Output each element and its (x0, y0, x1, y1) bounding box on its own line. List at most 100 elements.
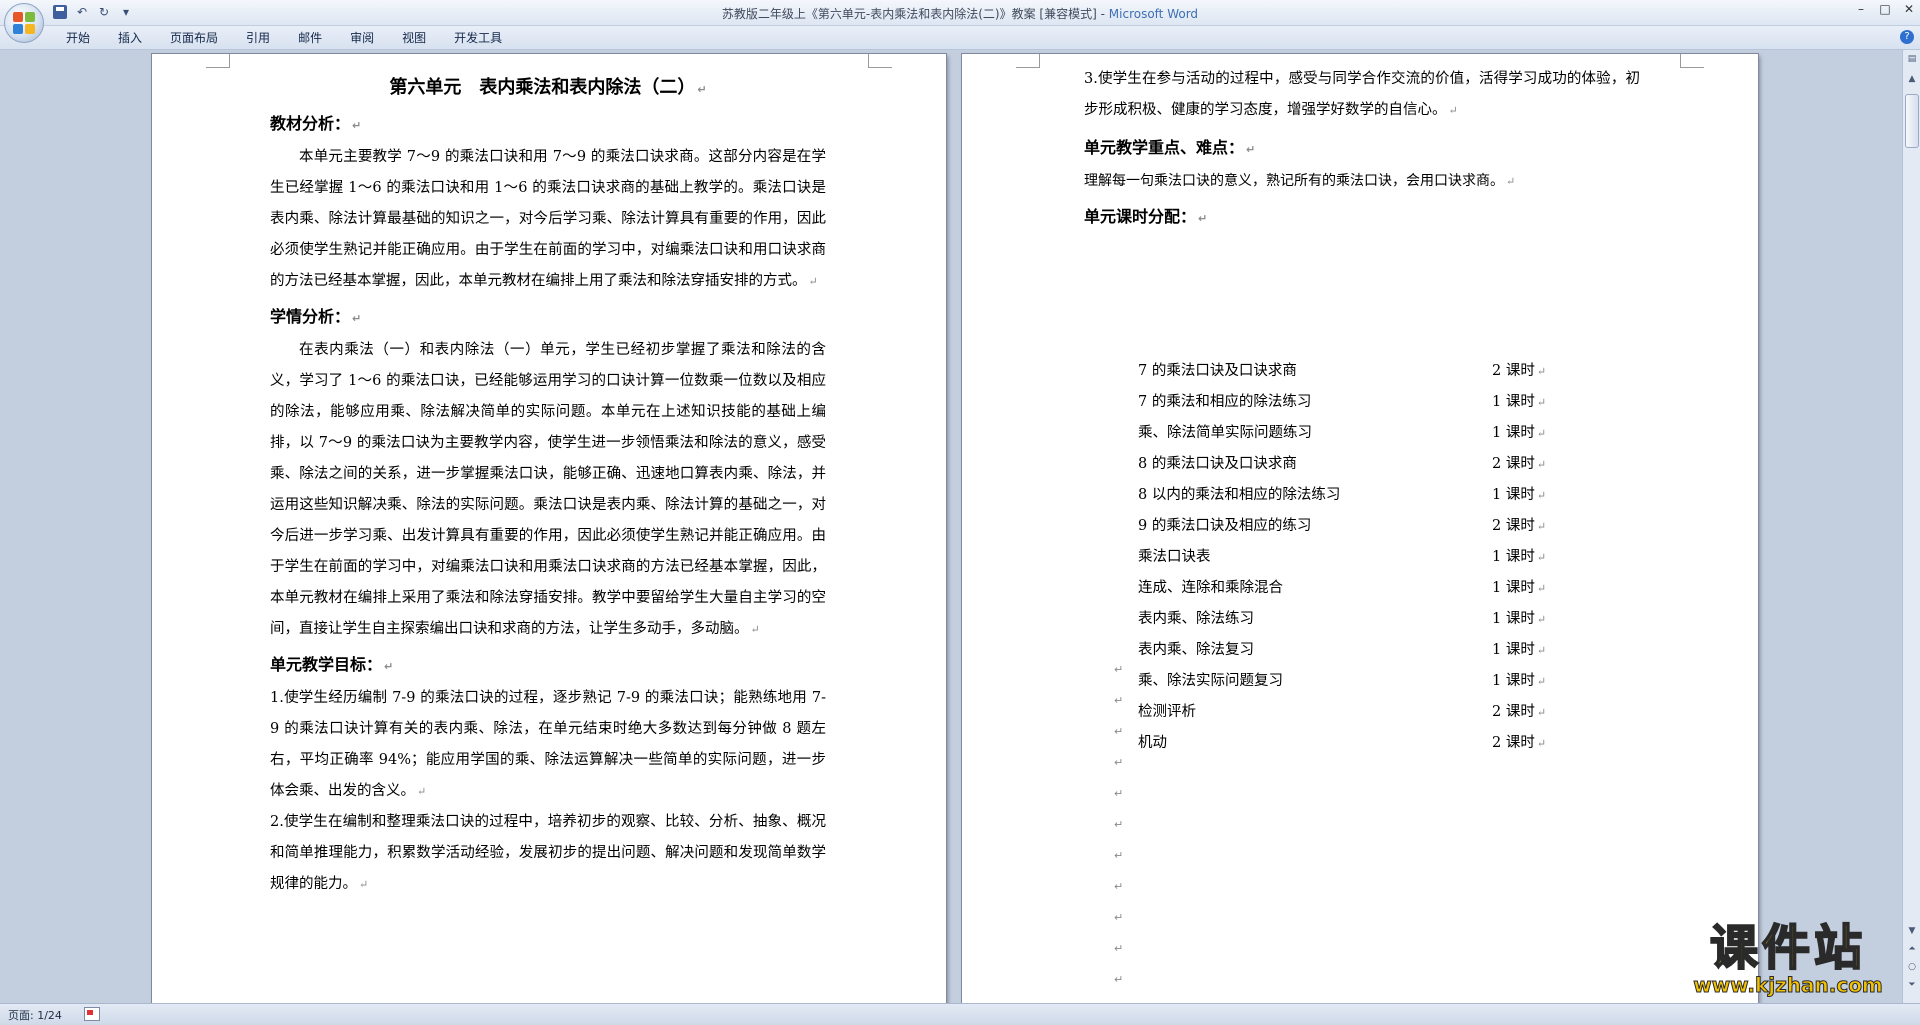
page-1[interactable]: 第六单元 表内乘法和表内除法（二） ↵ 教材分析： ↵ 本单元主要教学 7～9 的乘… (152, 54, 946, 1003)
schedule-row: 表内乘、除法复习 1 课时 ↵ (1138, 635, 1568, 666)
schedule-lesson-hours: 2 课时 ↵ (1492, 363, 1547, 379)
page-2[interactable]: 3.使学生在参与活动的过程中，感受与同学合作交流的价值，活得学习成功的体验，初步… (962, 54, 1758, 1003)
vertical-scrollbar[interactable]: ▤ ▲ ▼ ⏶ ○ ⏷ (1902, 50, 1920, 1003)
next-page-button[interactable]: ⏷ (1905, 978, 1919, 992)
ribbon: 开始 插入 页面布局 引用 邮件 审阅 视图 开发工具 ? (0, 26, 1920, 50)
schedule-lesson-name: 8 以内的乘法和相应的除法练习 (1138, 487, 1341, 503)
schedule-lesson-name: 乘、除法实际问题复习 (1138, 673, 1283, 689)
empty-paragraph-mark: ↵ (1114, 694, 1124, 707)
schedule-lesson-hours: 2 课时 ↵ (1492, 456, 1547, 472)
schedule-row: 8 的乘法口诀及口诀求商 2 课时 ↵ (1138, 449, 1568, 480)
empty-paragraph-mark: ↵ (1114, 880, 1124, 893)
close-button[interactable]: ✕ (1902, 2, 1916, 16)
tab-3[interactable]: 引用 (232, 30, 284, 46)
textbook-analysis-paragraph: 本单元主要教学 7～9 的乘法口诀和用 7～9 的乘法口诀求商。这部分内容是在学… (270, 149, 826, 289)
empty-paragraph-mark: ↵ (1114, 911, 1124, 924)
schedule-lesson-name: 机动 (1138, 735, 1167, 751)
crop-mark (868, 54, 892, 68)
maximize-button[interactable]: □ (1878, 2, 1892, 16)
schedule-lesson-hours: 1 课时 ↵ (1492, 394, 1547, 410)
schedule-row: 乘、除法简单实际问题练习 1 课时 ↵ (1138, 418, 1568, 449)
schedule-row: 8 以内的乘法和相应的除法练习 1 课时 ↵ (1138, 480, 1568, 511)
document-workspace[interactable]: 第六单元 表内乘法和表内除法（二） ↵ 教材分析： ↵ 本单元主要教学 7～9 的乘… (0, 50, 1902, 1003)
schedule-lesson-hours: 2 课时 ↵ (1492, 735, 1547, 751)
empty-paragraph-mark: ↵ (1114, 787, 1124, 800)
empty-paragraph-mark: ↵ (1114, 973, 1124, 986)
minimize-button[interactable]: – (1854, 2, 1868, 16)
schedule-lesson-hours: 1 课时 ↵ (1492, 425, 1547, 441)
tab-2[interactable]: 页面布局 (156, 30, 232, 46)
empty-paragraphs: ↵ ↵ ↵ ↵ ↵ ↵ ↵ ↵ ↵ ↵ ↵ (1114, 654, 1123, 995)
schedule-lesson-name: 表内乘、除法练习 (1138, 611, 1254, 627)
key-points-paragraph: 理解每一句乘法口诀的意义，熟记所有的乘法口诀，会用口诀求商。 ↵ (1084, 173, 1516, 189)
schedule-lesson-hours: 2 课时 ↵ (1492, 704, 1547, 720)
schedule-lesson-hours: 1 课时 ↵ (1492, 549, 1547, 565)
watermark-url: www.kjzhan.com (1693, 973, 1884, 997)
document-name: 苏教版二年级上《第六单元-表内乘法和表内除法(二)》教案 [兼容模式] (721, 7, 1097, 21)
scroll-up-button[interactable]: ▲ (1905, 72, 1919, 86)
crop-mark (1016, 54, 1040, 68)
heading-key-points: 单元教学重点、难点： ↵ (1084, 138, 1256, 157)
status-bar: 页面: 1/24 (0, 1003, 1920, 1025)
heading-unit-goals: 单元教学目标： ↵ (270, 655, 394, 674)
schedule-row: 机动 2 课时 ↵ (1138, 728, 1568, 759)
schedule-row: 检测评析 2 课时 ↵ (1138, 697, 1568, 728)
goal-2-paragraph: 2.使学生在编制和整理乘法口诀的过程中，培养初步的观察、比较、分析、抽象、概况和… (270, 814, 826, 892)
schedule-row: 7 的乘法和相应的除法练习 1 课时 ↵ (1138, 387, 1568, 418)
empty-paragraph-mark: ↵ (1114, 818, 1124, 831)
help-button[interactable]: ? (1900, 30, 1914, 44)
schedule-lesson-name: 检测评析 (1138, 704, 1196, 720)
document-title: 第六单元 表内乘法和表内除法（二） ↵ (389, 77, 707, 98)
lesson-schedule-list: 7 的乘法口诀及口诀求商 2 课时 ↵ 7 的乘法和相应的除法练习 1 课时 ↵ 乘、除法简… (1138, 356, 1568, 759)
app-name: Microsoft Word (1108, 7, 1199, 21)
select-browse-object-button[interactable]: ○ (1905, 960, 1919, 974)
tab-1[interactable]: 插入 (104, 30, 156, 46)
schedule-row: 9 的乘法口诀及相应的练习 2 课时 ↵ (1138, 511, 1568, 542)
schedule-lesson-name: 连成、连除和乘除混合 (1138, 580, 1283, 596)
previous-page-button[interactable]: ⏶ (1905, 942, 1919, 956)
watermark-text: 课件站 (1709, 920, 1866, 976)
empty-paragraph-mark: ↵ (1114, 942, 1124, 955)
page-count[interactable]: 页面: 1/24 (8, 1007, 62, 1023)
schedule-lesson-hours: 1 课时 ↵ (1492, 580, 1547, 596)
ruler-toggle-icon[interactable]: ▤ (1905, 52, 1919, 66)
tab-0[interactable]: 开始 (52, 30, 104, 46)
schedule-lesson-name: 7 的乘法口诀及口诀求商 (1138, 363, 1297, 379)
empty-paragraph-mark: ↵ (1114, 663, 1124, 676)
crop-mark (1680, 54, 1704, 68)
tab-4[interactable]: 邮件 (284, 30, 336, 46)
tab-7[interactable]: 开发工具 (440, 30, 516, 46)
schedule-row: 连成、连除和乘除混合 1 课时 ↵ (1138, 573, 1568, 604)
window-title: 苏教版二年级上《第六单元-表内乘法和表内除法(二)》教案 [兼容模式] - Mi… (721, 7, 1199, 21)
heading-learner-analysis: 学情分析： ↵ (270, 307, 362, 326)
tab-5[interactable]: 审阅 (336, 30, 388, 46)
heading-textbook-analysis: 教材分析： ↵ (270, 114, 362, 133)
goal-3-paragraph: 3.使学生在参与活动的过程中，感受与同学合作交流的价值，活得学习成功的体验，初步… (1084, 71, 1640, 118)
tab-6[interactable]: 视图 (388, 30, 440, 46)
schedule-lesson-hours: 1 课时 ↵ (1492, 642, 1547, 658)
crop-mark (206, 54, 230, 68)
title-bar: ↶ ↻ ▾ 苏教版二年级上《第六单元-表内乘法和表内除法(二)》教案 [兼容模式… (0, 0, 1920, 43)
heading-schedule: 单元课时分配： ↵ (1084, 207, 1208, 226)
schedule-lesson-name: 9 的乘法口诀及相应的练习 (1138, 518, 1312, 534)
watermark-logo: 课件站 www.kjzhan.com (1670, 920, 1906, 1000)
empty-paragraph-mark: ↵ (1114, 756, 1124, 769)
page-1-content[interactable]: 第六单元 表内乘法和表内除法（二） ↵ 教材分析： ↵ 本单元主要教学 7～9 的乘… (270, 70, 826, 900)
page-2-content[interactable]: 3.使学生在参与活动的过程中，感受与同学合作交流的价值，活得学习成功的体验，初步… (1084, 64, 1640, 235)
empty-paragraph-mark: ↵ (1114, 849, 1124, 862)
schedule-lesson-hours: 1 课时 ↵ (1492, 673, 1547, 689)
ribbon-tabs: 开始 插入 页面布局 引用 邮件 审阅 视图 开发工具 (52, 30, 516, 46)
proofing-icon[interactable] (84, 1007, 100, 1021)
schedule-lesson-name: 7 的乘法和相应的除法练习 (1138, 394, 1312, 410)
scroll-thumb[interactable] (1905, 94, 1919, 148)
learner-analysis-paragraph: 在表内乘法（一）和表内除法（一）单元，学生已经初步掌握了乘法和除法的含义，学习了… (270, 342, 826, 637)
schedule-lesson-name: 8 的乘法口诀及口诀求商 (1138, 456, 1297, 472)
empty-paragraph-mark: ↵ (1114, 725, 1124, 738)
schedule-lesson-hours: 1 课时 ↵ (1492, 611, 1547, 627)
scroll-down-button[interactable]: ▼ (1905, 924, 1919, 938)
schedule-row: 乘法口诀表 1 课时 ↵ (1138, 542, 1568, 573)
schedule-row: 表内乘、除法练习 1 课时 ↵ (1138, 604, 1568, 635)
schedule-lesson-hours: 2 课时 ↵ (1492, 518, 1547, 534)
schedule-lesson-name: 乘法口诀表 (1138, 549, 1211, 565)
office-button[interactable] (4, 3, 44, 43)
